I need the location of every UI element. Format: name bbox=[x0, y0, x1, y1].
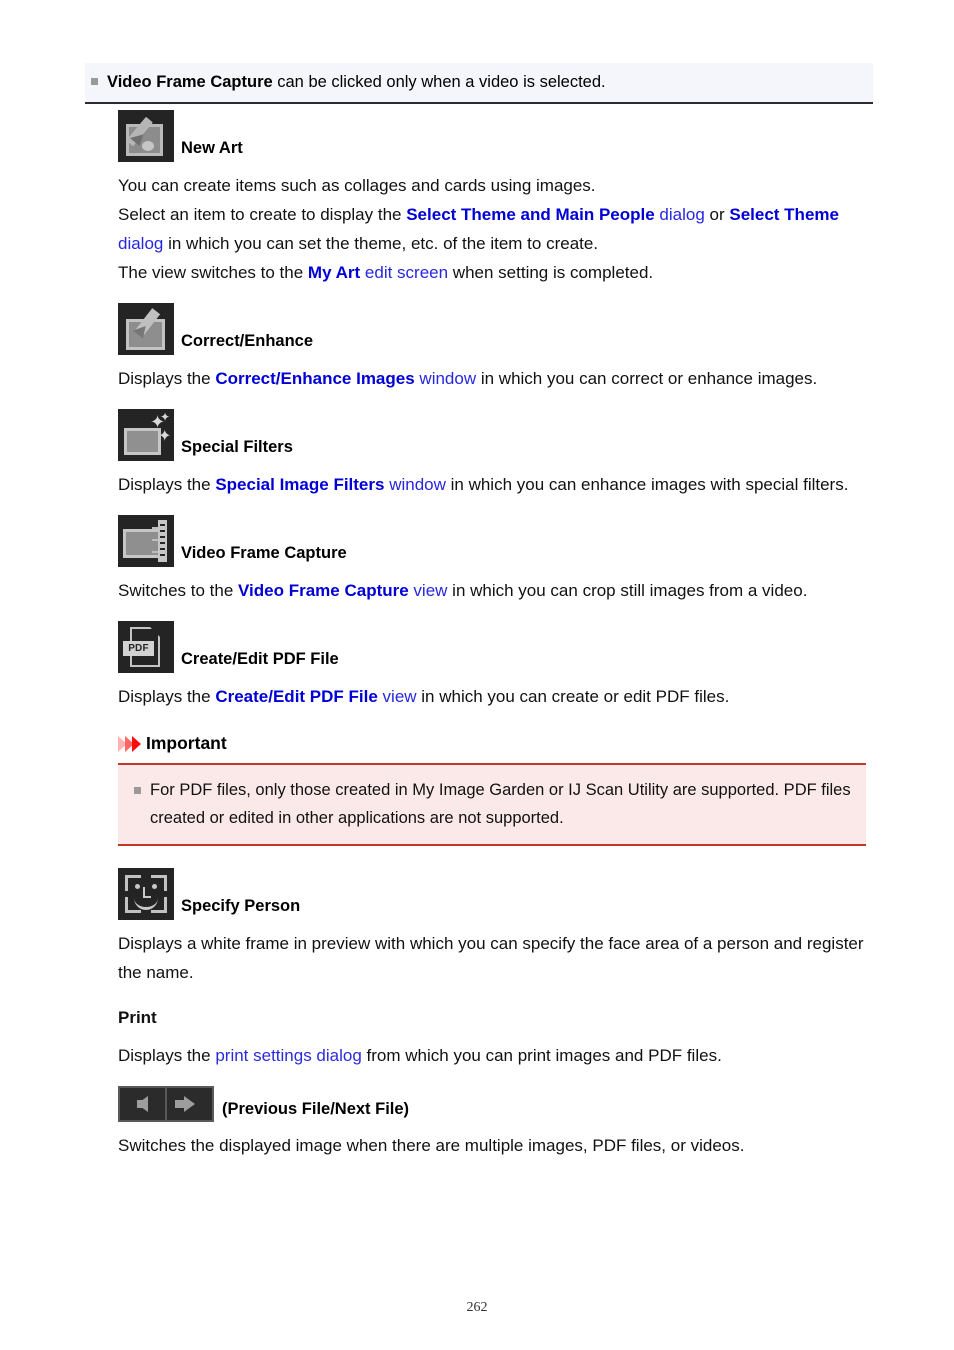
sparkle-icon-3: ✦ bbox=[158, 428, 172, 445]
previous-file-arrow-icon bbox=[137, 1096, 148, 1112]
square-bullet-icon bbox=[91, 78, 98, 85]
important-header: Important bbox=[118, 733, 874, 754]
link-view-1[interactable]: view bbox=[409, 581, 447, 600]
film-strip-shape bbox=[158, 520, 167, 562]
note-bold-term: Video Frame Capture bbox=[107, 73, 273, 91]
file-navigation-caption: (Previous File/Next File) bbox=[222, 1100, 410, 1118]
create-edit-pdf-paragraph: Displays the Create/Edit PDF File view i… bbox=[118, 687, 730, 706]
video-frame-shape bbox=[123, 529, 161, 558]
special-filters-paragraph: Displays the Special Image Filters windo… bbox=[118, 475, 849, 494]
video-frame-capture-caption: Video Frame Capture bbox=[181, 544, 347, 562]
section-header-correct-enhance: Correct/Enhance bbox=[118, 303, 874, 355]
special-filters-caption: Special Filters bbox=[181, 438, 293, 456]
previous-file-button[interactable] bbox=[120, 1088, 165, 1120]
file-navigation-row: (Previous File/Next File) bbox=[118, 1086, 874, 1122]
section-header-create-edit-pdf: PDF Create/Edit PDF File bbox=[118, 621, 874, 673]
important-body-text: For PDF files, only those created in My … bbox=[150, 781, 851, 827]
file-navigation-buttons[interactable] bbox=[118, 1086, 214, 1122]
correct-enhance-icon bbox=[118, 303, 174, 355]
page-number: 262 bbox=[466, 1300, 488, 1315]
new-art-paragraph-1: You can create items such as collages an… bbox=[118, 176, 596, 195]
note-callout: Video Frame Capture can be clicked only … bbox=[85, 63, 873, 105]
section-header-special-filters: ✦ ✦ ✦ Special Filters bbox=[118, 409, 874, 461]
note-text: Video Frame Capture can be clicked only … bbox=[107, 71, 606, 93]
new-art-paragraph-3: The view switches to the My Art edit scr… bbox=[118, 263, 654, 282]
specify-person-paragraph: Displays a white frame in preview with w… bbox=[118, 934, 864, 982]
link-my-art[interactable]: My Art bbox=[308, 263, 360, 282]
new-art-dot-shape bbox=[142, 141, 154, 151]
link-video-frame-capture[interactable]: Video Frame Capture bbox=[238, 581, 409, 600]
link-select-theme[interactable]: Select Theme bbox=[729, 205, 839, 224]
section-header-video-frame-capture: Video Frame Capture bbox=[118, 515, 874, 567]
face-eye-right bbox=[152, 884, 157, 889]
section-header-specify-person: Specify Person bbox=[118, 868, 874, 920]
chevron-icon-3 bbox=[132, 735, 141, 752]
new-art-caption: New Art bbox=[181, 139, 243, 157]
link-print-settings-dialog[interactable]: print settings dialog bbox=[215, 1046, 361, 1065]
specify-person-icon bbox=[118, 868, 174, 920]
link-correct-enhance-images[interactable]: Correct/Enhance Images bbox=[215, 369, 414, 388]
pdf-fold-shape bbox=[150, 627, 160, 637]
create-edit-pdf-caption: Create/Edit PDF File bbox=[181, 650, 339, 668]
special-filters-icon: ✦ ✦ ✦ bbox=[118, 409, 174, 461]
create-edit-pdf-icon: PDF bbox=[118, 621, 174, 673]
link-dialog-2[interactable]: dialog bbox=[118, 234, 163, 253]
new-art-paragraph-2: Select an item to create to display the … bbox=[118, 205, 839, 253]
document-page: Video Frame Capture can be clicked only … bbox=[0, 0, 954, 1350]
link-select-theme-and-main-people[interactable]: Select Theme and Main People bbox=[406, 205, 654, 224]
correct-enhance-paragraph: Displays the Correct/Enhance Images wind… bbox=[118, 369, 818, 388]
link-view-2[interactable]: view bbox=[378, 687, 417, 706]
print-heading: Print bbox=[118, 1008, 157, 1027]
triple-chevron-icon bbox=[118, 735, 141, 752]
square-bullet-icon bbox=[134, 787, 141, 794]
print-paragraph: Displays the print settings dialog from … bbox=[118, 1046, 722, 1065]
note-line: Video Frame Capture can be clicked only … bbox=[91, 71, 867, 93]
video-frame-capture-icon bbox=[118, 515, 174, 567]
important-title: Important bbox=[146, 733, 227, 753]
link-dialog-1[interactable]: dialog bbox=[655, 205, 704, 224]
link-window-2[interactable]: window bbox=[384, 475, 446, 494]
face-eye-left bbox=[135, 884, 140, 889]
file-navigation-paragraph: Switches the displayed image when there … bbox=[118, 1136, 745, 1155]
sparkle-icon-2: ✦ bbox=[160, 410, 171, 424]
special-filters-frame-shape bbox=[124, 428, 161, 455]
note-rest-text: can be clicked only when a video is sele… bbox=[272, 73, 606, 91]
important-line: For PDF files, only those created in My … bbox=[134, 776, 856, 832]
section-header-new-art: New Art bbox=[118, 110, 874, 162]
important-callout-box: For PDF files, only those created in My … bbox=[118, 763, 866, 846]
link-create-edit-pdf-file[interactable]: Create/Edit PDF File bbox=[215, 687, 377, 706]
specify-person-caption: Specify Person bbox=[181, 897, 301, 915]
next-file-arrow-icon bbox=[175, 1096, 195, 1112]
pdf-label: PDF bbox=[123, 641, 154, 656]
new-art-icon bbox=[118, 110, 174, 162]
link-special-image-filters[interactable]: Special Image Filters bbox=[215, 475, 384, 494]
next-file-button[interactable] bbox=[165, 1088, 212, 1120]
link-edit-screen[interactable]: edit screen bbox=[360, 263, 448, 282]
link-window-1[interactable]: window bbox=[415, 369, 476, 388]
correct-enhance-caption: Correct/Enhance bbox=[181, 332, 314, 350]
content-column: New Art You can create items such as col… bbox=[118, 110, 874, 1160]
video-frame-capture-paragraph: Switches to the Video Frame Capture view… bbox=[118, 581, 808, 600]
